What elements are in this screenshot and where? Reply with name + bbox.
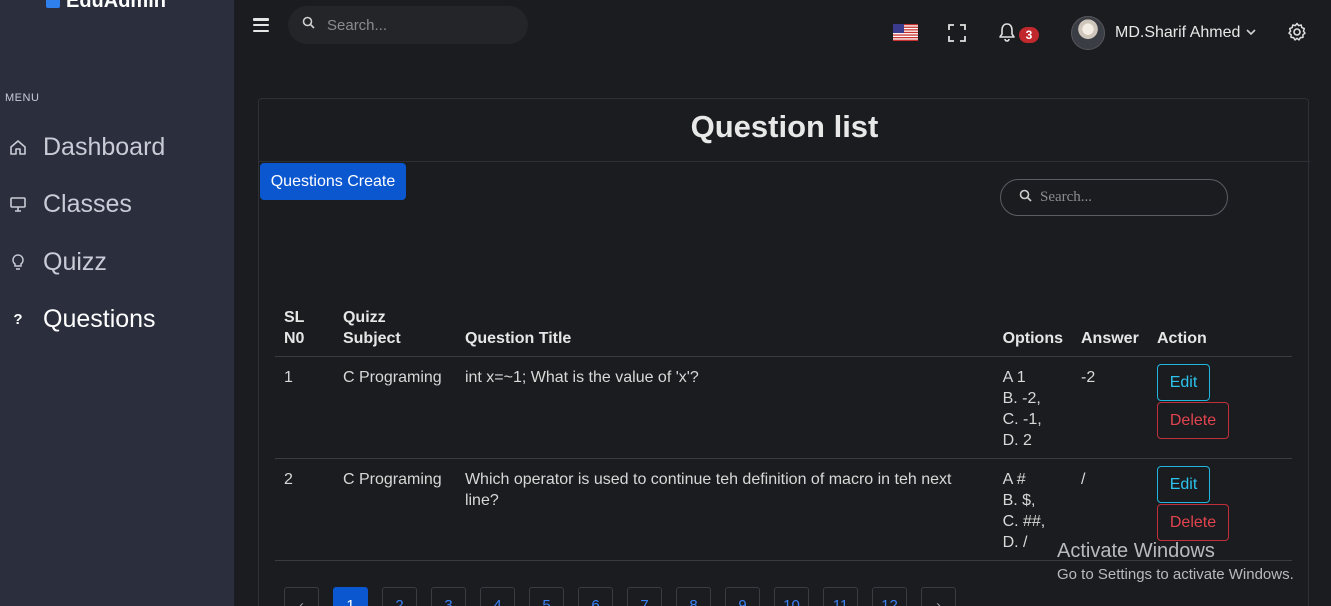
column-header-options: Options: [993, 307, 1072, 357]
option: D. /: [1002, 534, 1028, 551]
table-search-input[interactable]: [1040, 189, 1210, 206]
page-button-6[interactable]: 6: [578, 587, 613, 606]
sidebar-item-classes[interactable]: Classes: [0, 188, 234, 220]
table-header-row: SL N0 Quizz Subject Question Title Options…: [275, 307, 1292, 357]
brand-logo[interactable]: EduAdmin: [46, 0, 166, 12]
cell-options: A # B. $, C. ##, D. /: [993, 458, 1072, 561]
sidebar-item-quizz[interactable]: Quizz: [0, 246, 234, 278]
top-search-box[interactable]: [288, 6, 528, 44]
page-button-8[interactable]: 8: [676, 587, 711, 606]
sidebar-item-questions[interactable]: ? Questions: [0, 303, 234, 335]
fullscreen-icon[interactable]: [948, 24, 966, 42]
menu-toggle-icon[interactable]: [253, 17, 269, 33]
sidebar-item-dashboard[interactable]: Dashboard: [0, 131, 234, 163]
cell-subject: C Programing: [333, 458, 456, 561]
cell-subject: C Programing: [333, 356, 456, 459]
home-icon: [9, 138, 27, 156]
edit-button[interactable]: Edit: [1156, 364, 1210, 401]
edit-button[interactable]: Edit: [1156, 466, 1210, 503]
option: A #: [1002, 471, 1026, 488]
column-header-action: Action: [1147, 307, 1292, 357]
option: D. 2: [1002, 432, 1032, 449]
delete-button[interactable]: Delete: [1156, 504, 1229, 541]
next-page-button[interactable]: ›: [921, 587, 956, 606]
page-button-10[interactable]: 10: [774, 587, 809, 606]
question-icon: ?: [13, 310, 23, 328]
cell-title: Which operator is used to continue teh d…: [455, 458, 994, 561]
monitor-icon: [9, 195, 27, 213]
column-header-title: Question Title: [455, 307, 994, 357]
table-row: 2 C Programing Which operator is used to…: [275, 458, 1292, 561]
menu-title: MENU: [5, 92, 40, 104]
option: B. -2,: [1002, 390, 1041, 407]
table-row: 1 C Programing int x=~1; What is the val…: [275, 356, 1292, 459]
page-button-12[interactable]: 12: [872, 587, 907, 606]
divider: [259, 161, 1310, 162]
topbar: 3 MD.Sharif Ahmed: [234, 0, 1331, 68]
question-list-card: Question list Questions Create SLN0 Quiz…: [258, 98, 1310, 606]
page-button-1[interactable]: 1: [333, 587, 368, 606]
cell-options: A 1 B. -2, C. -1, D. 2: [993, 356, 1072, 459]
option: B. $,: [1002, 492, 1036, 509]
brand-name: EduAdmin: [66, 0, 166, 12]
column-header-answer: Answer: [1072, 307, 1148, 357]
user-name: MD.Sharif Ahmed: [1115, 24, 1241, 41]
search-icon: [1019, 189, 1032, 207]
page-button-2[interactable]: 2: [382, 587, 417, 606]
cell-answer: -2: [1072, 356, 1148, 459]
chevron-down-icon: [1246, 27, 1256, 39]
notification-badge: 3: [1017, 25, 1041, 45]
table-search-box[interactable]: [1000, 179, 1228, 216]
sidebar-item-label: Quizz: [43, 247, 107, 276]
page-title: Question list: [690, 109, 879, 144]
delete-button[interactable]: Delete: [1156, 402, 1229, 439]
user-menu[interactable]: MD.Sharif Ahmed: [1071, 16, 1256, 50]
option: C. ##,: [1002, 513, 1046, 530]
gear-icon[interactable]: [1287, 22, 1307, 42]
questions-table: SL N0 Quizz Subject Question Title Options…: [275, 307, 1292, 561]
cell-sl: 2: [275, 458, 334, 561]
cell-title: int x=~1; What is the value of 'x'?: [455, 356, 994, 459]
page-button-9[interactable]: 9: [725, 587, 760, 606]
search-icon: [302, 16, 315, 34]
bulb-icon: [9, 253, 27, 271]
cell-action: Edit Delete: [1147, 356, 1292, 459]
cell-answer: /: [1072, 458, 1148, 561]
cell-sl: 1: [275, 356, 334, 459]
page-button-3[interactable]: 3: [431, 587, 466, 606]
sidebar-item-label: Classes: [43, 189, 132, 218]
logo-icon: [46, 0, 60, 8]
page-button-4[interactable]: 4: [480, 587, 515, 606]
column-header-sl: SL N0: [275, 307, 334, 357]
page-button-7[interactable]: 7: [627, 587, 662, 606]
us-flag-icon[interactable]: [893, 24, 918, 41]
cell-action: Edit Delete: [1147, 458, 1292, 561]
option: A 1: [1002, 369, 1026, 386]
page-button-5[interactable]: 5: [529, 587, 564, 606]
option: C. -1,: [1002, 411, 1042, 428]
sidebar: EduAdmin MENU Dashboard Classes Quizz ? …: [0, 0, 234, 606]
prev-page-button[interactable]: ‹: [284, 587, 319, 606]
top-search-input[interactable]: [327, 16, 497, 34]
sidebar-item-label: Dashboard: [43, 132, 166, 161]
page-button-11[interactable]: 11: [823, 587, 858, 606]
avatar: [1071, 16, 1105, 50]
bell-icon[interactable]: [997, 22, 1017, 42]
sidebar-item-label: Questions: [43, 304, 156, 333]
pagination: ‹ 1 2 3 4 5 6 7 8 9 10 11 12 ›: [284, 587, 970, 606]
column-header-subject: Quizz Subject: [333, 307, 456, 357]
questions-create-button[interactable]: Questions Create: [260, 163, 406, 200]
